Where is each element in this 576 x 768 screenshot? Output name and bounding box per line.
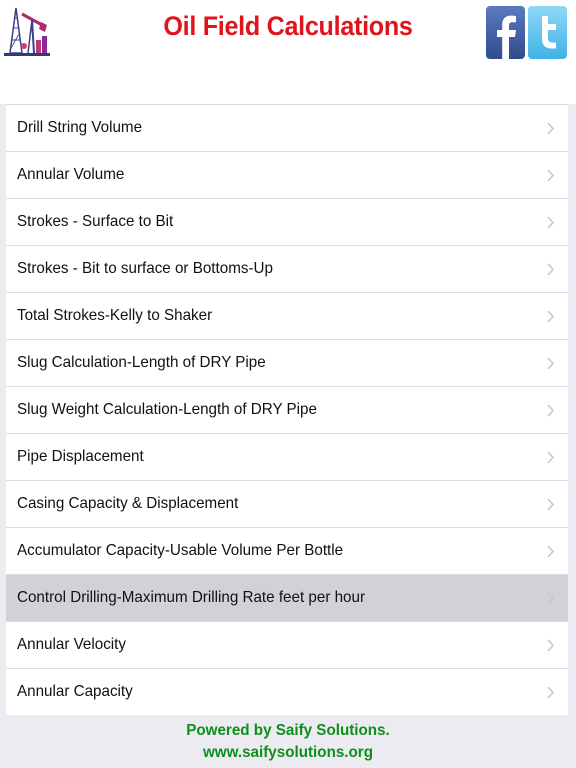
list-item[interactable]: Drill String Volume xyxy=(6,105,568,152)
list-item-label: Total Strokes-Kelly to Shaker xyxy=(17,307,213,324)
list-item[interactable]: Strokes - Bit to surface or Bottoms-Up xyxy=(6,246,568,293)
list-item-label: Control Drilling-Maximum Drilling Rate f… xyxy=(17,589,366,606)
chevron-right-icon xyxy=(547,122,554,135)
list-item[interactable]: Pipe Displacement xyxy=(6,434,568,481)
twitter-button[interactable] xyxy=(528,6,567,59)
list-item-label: Annular Velocity xyxy=(17,636,126,653)
list-item[interactable]: Annular Capacity xyxy=(6,669,568,715)
chevron-right-icon xyxy=(547,216,554,229)
list-item-label: Slug Calculation-Length of DRY Pipe xyxy=(17,354,266,371)
list-item[interactable]: Annular Velocity xyxy=(6,622,568,669)
chevron-right-icon xyxy=(547,545,554,558)
app-title: Oil Field Calculations xyxy=(163,11,413,41)
footer-powered-by: Powered by Saify Solutions. xyxy=(186,722,390,739)
list-item-label: Casing Capacity & Displacement xyxy=(17,495,239,512)
header: Oil Field Calculations xyxy=(0,0,576,104)
list-item[interactable]: Slug Weight Calculation-Length of DRY Pi… xyxy=(6,387,568,434)
list-item[interactable]: Casing Capacity & Displacement xyxy=(6,481,568,528)
chevron-right-icon xyxy=(547,451,554,464)
chevron-right-icon xyxy=(547,357,554,370)
calculation-list: Drill String Volume Annular Volume Strokes… xyxy=(6,104,568,715)
chevron-right-icon xyxy=(547,592,554,605)
list-item-label: Annular Volume xyxy=(17,166,125,183)
chevron-right-icon xyxy=(547,263,554,276)
chevron-right-icon xyxy=(547,404,554,417)
list-item-label: Strokes - Surface to Bit xyxy=(17,213,174,230)
list-item[interactable]: Slug Calculation-Length of DRY Pipe xyxy=(6,340,568,387)
chevron-right-icon xyxy=(547,686,554,699)
footer-website-link[interactable]: www.saifysolutions.org xyxy=(14,742,561,764)
twitter-icon xyxy=(528,6,567,59)
list-item-label: Annular Capacity xyxy=(17,683,133,700)
footer: Powered by Saify Solutions. www.saifysol… xyxy=(0,720,576,764)
facebook-button[interactable] xyxy=(486,6,525,59)
list-item[interactable]: Annular Volume xyxy=(6,152,568,199)
chevron-right-icon xyxy=(547,169,554,182)
list-item-label: Pipe Displacement xyxy=(17,448,144,465)
chevron-right-icon xyxy=(547,639,554,652)
list-item[interactable]: Total Strokes-Kelly to Shaker xyxy=(6,293,568,340)
list-item-label: Drill String Volume xyxy=(17,119,143,136)
list-item-label: Slug Weight Calculation-Length of DRY Pi… xyxy=(17,401,317,418)
chevron-right-icon xyxy=(547,310,554,323)
facebook-icon xyxy=(486,6,525,59)
list-item[interactable]: Control Drilling-Maximum Drilling Rate f… xyxy=(6,575,568,622)
list-item[interactable]: Strokes - Surface to Bit xyxy=(6,199,568,246)
chevron-right-icon xyxy=(547,498,554,511)
list-item-label: Strokes - Bit to surface or Bottoms-Up xyxy=(17,260,273,277)
list-item[interactable]: Accumulator Capacity-Usable Volume Per B… xyxy=(6,528,568,575)
list-item-label: Accumulator Capacity-Usable Volume Per B… xyxy=(17,542,344,559)
